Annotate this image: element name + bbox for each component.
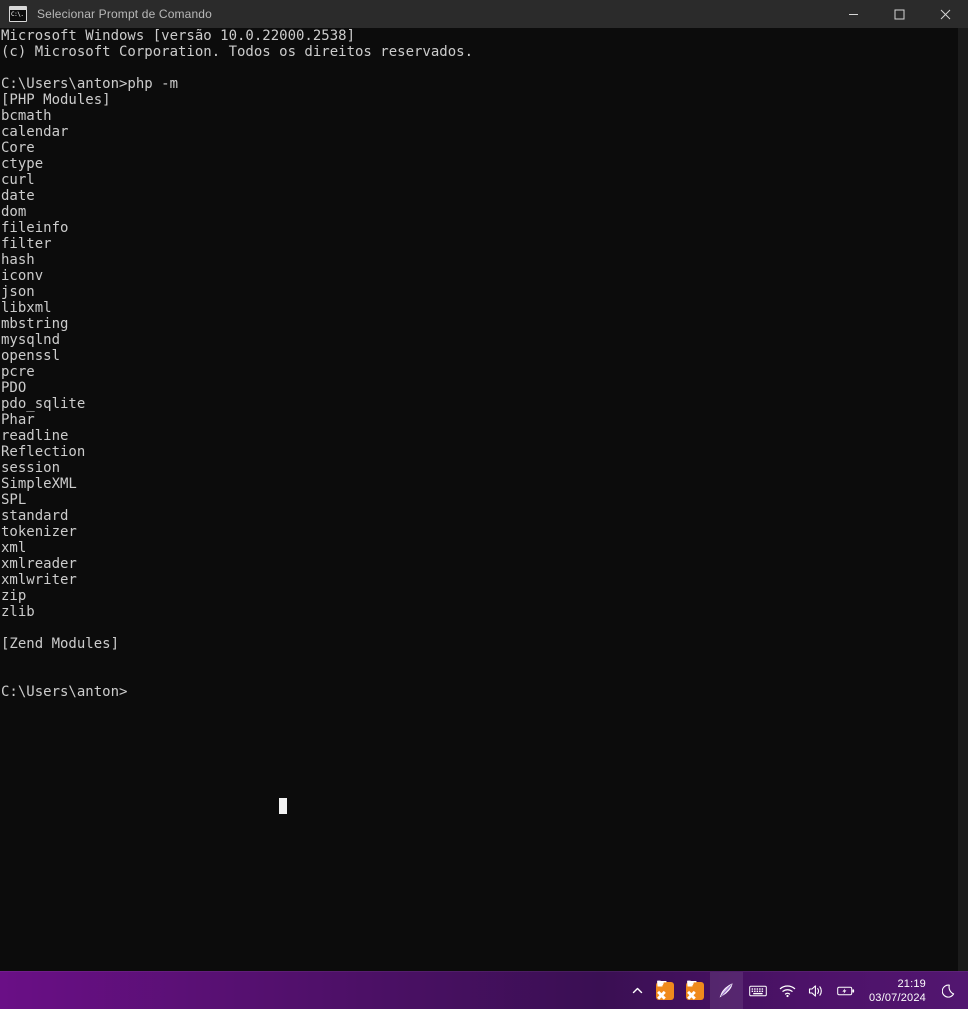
console-line: pcre bbox=[1, 364, 35, 380]
console-line: openssl bbox=[1, 348, 61, 364]
console-line: [Zend Modules] bbox=[1, 636, 120, 652]
console-line: ctype bbox=[1, 156, 44, 172]
console-line: calendar bbox=[1, 124, 69, 140]
wifi-icon[interactable] bbox=[773, 972, 802, 1009]
console-line: SimpleXML bbox=[1, 476, 77, 492]
clock-date: 03/07/2024 bbox=[868, 991, 926, 1004]
touch-keyboard-icon[interactable] bbox=[743, 972, 773, 1009]
maximize-button[interactable] bbox=[876, 0, 922, 28]
console-line: zip bbox=[1, 588, 27, 604]
window-title: Selecionar Prompt de Comando bbox=[37, 7, 212, 21]
focus-assist-moon-icon[interactable] bbox=[936, 972, 968, 1009]
console-line: dom bbox=[1, 204, 27, 220]
console-line: xmlreader bbox=[1, 556, 77, 572]
console-line: hash bbox=[1, 252, 35, 268]
taskbar-clock[interactable]: 21:19 03/07/2024 bbox=[861, 972, 936, 1009]
battery-icon[interactable] bbox=[831, 972, 861, 1009]
minimize-button[interactable] bbox=[830, 0, 876, 28]
feather-icon[interactable] bbox=[709, 972, 743, 1009]
console-line: (c) Microsoft Corporation. Todos os dire… bbox=[1, 44, 474, 60]
console-line: Phar bbox=[1, 412, 35, 428]
xampp-icon-1[interactable]: ☛✖ bbox=[650, 972, 680, 1009]
console-line: pdo_sqlite bbox=[1, 396, 86, 412]
console-line: PDO bbox=[1, 380, 27, 396]
console-line: iconv bbox=[1, 268, 44, 284]
window-controls bbox=[830, 0, 968, 28]
console-line: json bbox=[1, 284, 35, 300]
command-prompt-window: Selecionar Prompt de Comando Microsoft W… bbox=[0, 0, 968, 972]
volume-icon[interactable] bbox=[802, 972, 831, 1009]
console-line: Reflection bbox=[1, 444, 86, 460]
console-output-area[interactable]: Microsoft Windows [versão 10.0.22000.253… bbox=[0, 28, 968, 972]
text-cursor bbox=[279, 798, 287, 814]
console-line: curl bbox=[1, 172, 35, 188]
console-line: xmlwriter bbox=[1, 572, 77, 588]
xampp-icon-2[interactable]: ☛✖ bbox=[680, 972, 710, 1009]
console-line: C:\Users\anton> bbox=[1, 684, 128, 700]
close-button[interactable] bbox=[922, 0, 968, 28]
console-line: tokenizer bbox=[1, 524, 77, 540]
xampp-glyph: ☛✖ bbox=[685, 978, 704, 1003]
console-line: bcmath bbox=[1, 108, 52, 124]
console-scrollbar-thumb[interactable] bbox=[958, 28, 968, 972]
system-tray: ☛✖ ☛✖ 21:19 03/07/2024 bbox=[625, 972, 968, 1009]
taskbar: ☛✖ ☛✖ 21:19 03/07/2024 bbox=[0, 971, 968, 1009]
console-line: SPL bbox=[1, 492, 27, 508]
console-line: [PHP Modules] bbox=[1, 92, 111, 108]
console-line: session bbox=[1, 460, 61, 476]
console-line: libxml bbox=[1, 300, 52, 316]
console-line: mbstring bbox=[1, 316, 69, 332]
show-hidden-icons-chevron-up-icon[interactable] bbox=[625, 972, 650, 1009]
console-text: Microsoft Windows [versão 10.0.22000.253… bbox=[1, 28, 473, 700]
console-line: Microsoft Windows [versão 10.0.22000.253… bbox=[1, 28, 356, 44]
clock-time: 21:19 bbox=[897, 977, 926, 990]
console-line: C:\Users\anton>php -m bbox=[1, 76, 179, 92]
console-line: Core bbox=[1, 140, 35, 156]
console-line: readline bbox=[1, 428, 69, 444]
console-line: date bbox=[1, 188, 35, 204]
window-title-bar[interactable]: Selecionar Prompt de Comando bbox=[0, 0, 968, 28]
console-scrollbar[interactable] bbox=[958, 28, 968, 972]
console-line: filter bbox=[1, 236, 52, 252]
cmd-icon bbox=[9, 6, 27, 22]
console-line: fileinfo bbox=[1, 220, 69, 236]
console-line: xml bbox=[1, 540, 27, 556]
console-line: mysqlnd bbox=[1, 332, 61, 348]
console-line: zlib bbox=[1, 604, 35, 620]
xampp-glyph: ☛✖ bbox=[655, 978, 674, 1003]
console-line: standard bbox=[1, 508, 69, 524]
